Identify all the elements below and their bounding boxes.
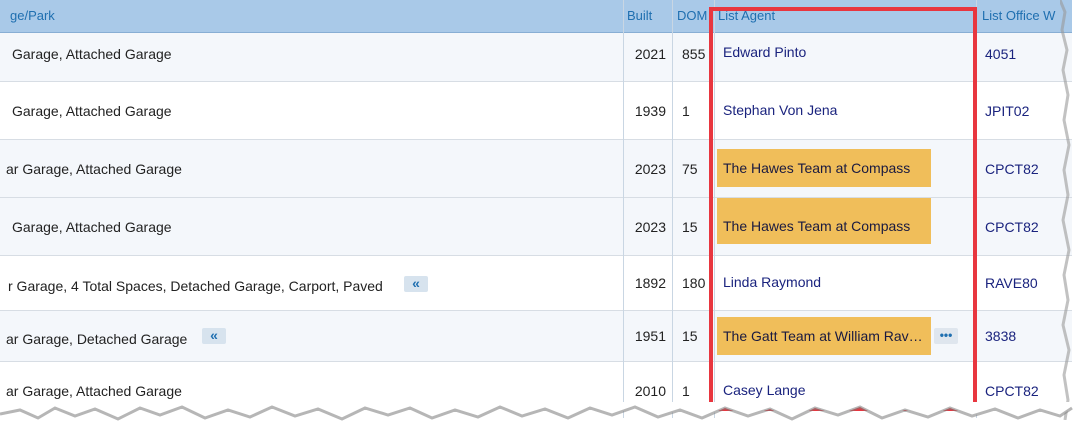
column-divider	[714, 0, 715, 418]
column-header-dom[interactable]: DOM	[677, 0, 711, 32]
parking-cell: r Garage, 4 Total Spaces, Detached Garag…	[8, 278, 383, 294]
built-cell: 1892	[634, 275, 666, 291]
list-office-link[interactable]: CPCT82	[985, 219, 1039, 235]
column-divider	[976, 0, 977, 418]
parking-cell: Garage, Attached Garage	[12, 219, 172, 235]
table-row[interactable]: Garage, Attached Garage 1939 1 Stephan V…	[0, 82, 1072, 140]
list-office-link[interactable]: RAVE80	[985, 275, 1038, 291]
list-agent-team-link[interactable]: The Hawes Team at Compass	[717, 149, 931, 187]
dom-cell: 855	[682, 46, 706, 62]
list-office-link[interactable]: JPIT02	[985, 103, 1029, 119]
dom-cell: 15	[682, 328, 698, 344]
parking-cell: Garage, Attached Garage	[12, 46, 172, 62]
built-cell: 2023	[634, 161, 666, 177]
table-row[interactable]: ar Garage, Attached Garage 2023 75 The H…	[0, 140, 1072, 198]
column-header-list-agent[interactable]: List Agent	[718, 0, 968, 32]
dom-cell: 1	[682, 103, 690, 119]
column-header-list-office[interactable]: List Office W	[982, 0, 1072, 32]
column-header-built[interactable]: Built	[627, 0, 669, 32]
list-agent-team-link[interactable]: The Hawes Team at Compass	[717, 198, 931, 244]
built-cell: 2010	[634, 383, 666, 399]
list-office-link[interactable]: 4051	[985, 46, 1016, 62]
table-row[interactable]: ar Garage, Detached Garage « 1951 15 The…	[0, 311, 1072, 362]
list-office-link[interactable]: CPCT82	[985, 161, 1039, 177]
parking-cell: ar Garage, Attached Garage	[6, 161, 182, 177]
expand-chevron-icon[interactable]: «	[404, 276, 428, 292]
list-agent-team-link[interactable]: The Gatt Team at William Rav…	[717, 317, 931, 355]
table-row[interactable]: Garage, Attached Garage 2023 15 The Hawe…	[0, 198, 1072, 256]
list-office-link[interactable]: CPCT82	[985, 383, 1039, 399]
list-agent-link[interactable]: Edward Pinto	[717, 33, 931, 81]
torn-paper-edge	[0, 402, 1073, 421]
built-cell: 1951	[634, 328, 666, 344]
dom-cell: 180	[682, 275, 706, 291]
expand-chevron-icon[interactable]: «	[202, 328, 226, 344]
list-agent-link[interactable]: Stephan Von Jena	[717, 82, 931, 139]
parking-cell: Garage, Attached Garage	[12, 103, 172, 119]
column-header-garage-park[interactable]: ge/Park	[10, 0, 610, 32]
built-cell: 1939	[634, 103, 666, 119]
dom-cell: 15	[682, 219, 698, 235]
dom-cell: 1	[682, 383, 690, 399]
column-divider	[623, 0, 624, 418]
torn-edge-shadow	[1060, 0, 1071, 420]
list-agent-link[interactable]: Linda Raymond	[717, 256, 931, 310]
listing-grid-screenshot: ge/Park Built DOM List Agent List Office…	[0, 0, 1072, 418]
parking-cell: ar Garage, Attached Garage	[6, 383, 182, 399]
list-office-link[interactable]: 3838	[985, 328, 1016, 344]
table-row[interactable]: r Garage, 4 Total Spaces, Detached Garag…	[0, 256, 1072, 311]
column-divider	[672, 0, 673, 418]
built-cell: 2021	[634, 46, 666, 62]
table-row[interactable]: Garage, Attached Garage 2021 855 Edward …	[0, 33, 1072, 82]
built-cell: 2023	[634, 219, 666, 235]
parking-cell: ar Garage, Detached Garage	[6, 331, 188, 347]
more-options-icon[interactable]: •••	[934, 328, 958, 344]
dom-cell: 75	[682, 161, 698, 177]
